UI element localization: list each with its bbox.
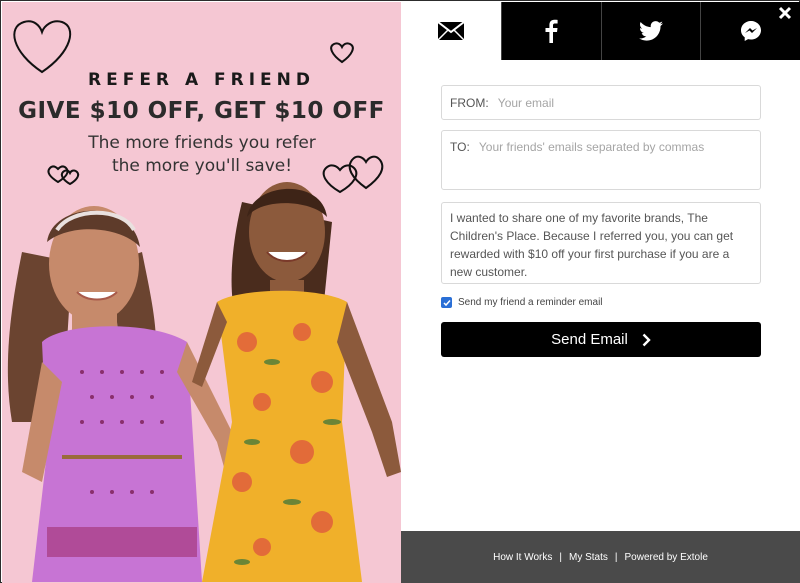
from-label: FROM: <box>450 96 489 110</box>
checkmark-icon <box>442 299 451 306</box>
promo-subtitle: The more friends you refer the more you'… <box>62 132 342 178</box>
reminder-option[interactable]: Send my friend a reminder email <box>441 297 603 308</box>
to-label: TO: <box>450 140 470 154</box>
girl-right <box>192 182 401 582</box>
reminder-label: Send my friend a reminder email <box>458 297 603 308</box>
chevron-right-icon <box>642 333 651 347</box>
share-panel: FROM: Your email TO: Your friends' email… <box>401 2 800 583</box>
message-textarea[interactable]: I wanted to share one of my favorite bra… <box>441 202 761 284</box>
my-stats-link[interactable]: My Stats <box>569 552 608 563</box>
close-button[interactable] <box>777 5 793 21</box>
facebook-icon <box>545 19 558 43</box>
footer: How It Works | My Stats | Powered by Ext… <box>401 531 800 583</box>
promo-subtitle-line: the more you'll save! <box>111 156 293 176</box>
share-tabs <box>401 2 800 60</box>
twitter-icon <box>638 21 663 41</box>
reminder-checkbox[interactable] <box>441 297 452 308</box>
tab-twitter[interactable] <box>600 2 701 60</box>
to-emails-field[interactable]: TO: Your friends' emails separated by co… <box>441 130 761 190</box>
tab-email[interactable] <box>401 2 501 60</box>
messenger-icon <box>740 21 761 41</box>
to-placeholder: Your friends' emails separated by commas <box>478 140 705 154</box>
heart-icon <box>330 42 354 64</box>
how-it-works-link[interactable]: How It Works <box>493 552 552 563</box>
powered-by-extole-link[interactable]: Powered by Extole <box>625 552 708 563</box>
promo-headline: GIVE $10 OFF, GET $10 OFF <box>18 98 385 124</box>
envelope-icon <box>437 22 464 40</box>
footer-separator: | <box>614 551 618 563</box>
heart-icon <box>13 20 72 74</box>
from-email-field[interactable]: FROM: Your email <box>441 85 761 120</box>
from-placeholder: Your email <box>497 96 555 110</box>
heart-icon <box>348 155 384 190</box>
close-icon <box>778 6 792 20</box>
promo-panel: REFER A FRIEND GIVE $10 OFF, GET $10 OFF… <box>2 2 401 583</box>
modal-frame: REFER A FRIEND GIVE $10 OFF, GET $10 OFF… <box>0 0 800 583</box>
send-email-label: Send Email <box>551 331 628 348</box>
tab-facebook[interactable] <box>500 2 601 60</box>
footer-separator: | <box>559 551 562 563</box>
promo-subtitle-line: The more friends you refer <box>88 133 316 153</box>
send-email-button[interactable]: Send Email <box>441 322 761 357</box>
promo-eyebrow: REFER A FRIEND <box>88 70 315 90</box>
